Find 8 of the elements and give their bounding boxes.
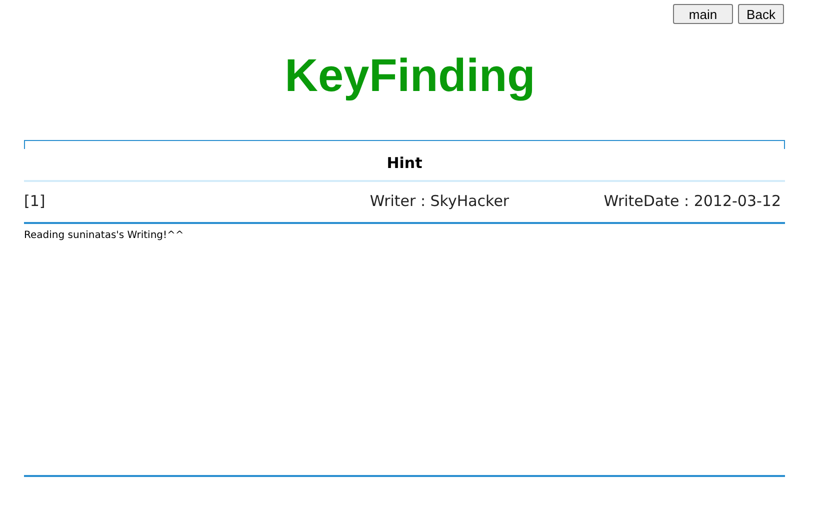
post-writer: Writer : SkyHacker: [370, 192, 510, 210]
post-date: WriteDate : 2012-03-12: [604, 192, 781, 210]
table-heading: Hint: [24, 149, 785, 182]
post-number: [1]: [24, 192, 46, 210]
page-title: KeyFinding: [284, 48, 536, 103]
nav-button[interactable]: main: [673, 4, 733, 24]
post-body: Reading suninatas's Writing!^^: [24, 230, 184, 241]
nav-button[interactable]: Back: [738, 4, 784, 24]
